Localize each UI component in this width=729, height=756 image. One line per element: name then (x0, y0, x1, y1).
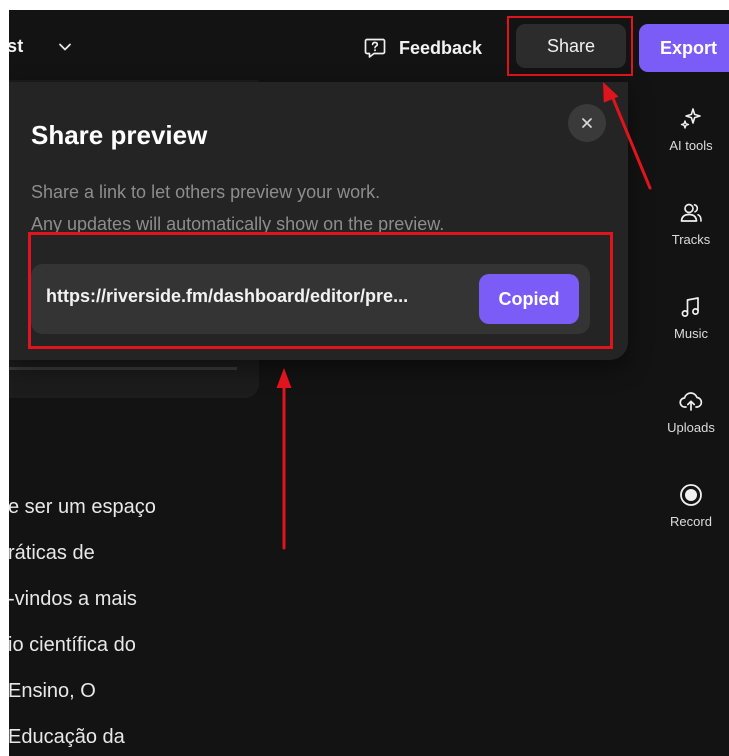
sidebar-item-music[interactable]: Music (649, 294, 729, 341)
music-note-icon (681, 297, 699, 317)
sidebar-item-tracks[interactable]: Tracks (649, 200, 729, 247)
background-panel-divider (9, 367, 237, 370)
link-highlight-box (28, 232, 613, 349)
record-icon (680, 484, 702, 506)
export-button[interactable]: Export (639, 24, 729, 72)
document-text-line: ráticas de (9, 542, 95, 564)
close-button[interactable] (568, 104, 606, 142)
project-title[interactable]: st (9, 36, 23, 57)
close-icon (582, 118, 592, 128)
sidebar-item-ai-tools[interactable]: AI tools (649, 106, 729, 153)
sparkles-icon (680, 108, 701, 129)
chevron-down-icon[interactable] (58, 40, 72, 54)
share-button[interactable]: Share (516, 24, 626, 68)
sidebar-item-label: Record (670, 514, 712, 529)
feedback-label: Feedback (399, 37, 483, 58)
sidebar-item-record[interactable]: Record (649, 482, 729, 529)
document-text-line: Ensino, O (9, 680, 96, 702)
feedback-icon (364, 38, 386, 58)
document-text-line: -vindos a mais (9, 588, 137, 610)
cloud-upload-icon (679, 392, 703, 411)
top-bar: st Feedback Share Export (9, 10, 729, 85)
document-text-line: Educação da (9, 726, 125, 748)
sidebar-item-label: Tracks (671, 232, 711, 247)
popup-description-line: Share a link to let others preview your … (31, 182, 381, 202)
document-text-line: io científica do (9, 634, 136, 656)
document-text-line: e ser um espaço (9, 496, 156, 518)
sidebar-item-uploads[interactable]: Uploads (649, 388, 729, 435)
sidebar-item-label: Uploads (667, 420, 715, 435)
popup-title: Share preview (31, 120, 208, 150)
users-icon (680, 203, 702, 222)
app-window: st Feedback Share Export AI tools Tracks… (9, 10, 729, 756)
sidebar-item-label: AI tools (669, 138, 713, 153)
sidebar-item-label: Music (674, 326, 708, 341)
feedback-button[interactable]: Feedback (363, 34, 482, 62)
